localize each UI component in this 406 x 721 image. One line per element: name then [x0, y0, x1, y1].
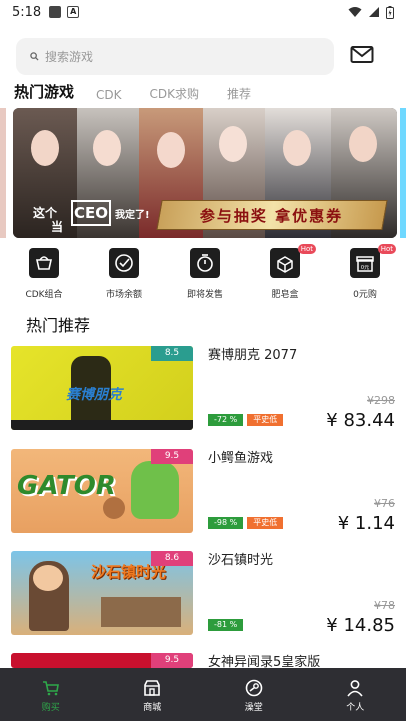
nav-store[interactable]: 商城	[102, 668, 204, 721]
a-icon: A	[67, 6, 80, 18]
category-market-balance[interactable]: 市场余额	[89, 248, 159, 300]
current-price: ¥ 14.85	[326, 615, 395, 636]
nav-buy[interactable]: 购买	[0, 668, 102, 721]
promo-banner[interactable]: 这个 当 CEO 我定了! 参与抽奖 拿优惠券	[13, 108, 397, 238]
status-time: 5:18	[12, 4, 42, 20]
original-price: ¥298	[367, 394, 395, 407]
game-name: 小鳄鱼游戏	[208, 451, 274, 466]
game-card[interactable]: 赛博朋克 8.5 赛博朋克 2077 -72 % 平史低 ¥298 ¥ 83.4…	[11, 346, 395, 431]
score-badge: 9.5	[151, 653, 193, 668]
tab-recommend[interactable]: 推荐	[227, 85, 251, 104]
bottom-nav: 购买 商城 澡堂 个人	[0, 668, 406, 721]
game-thumbnail: GATOR 9.5	[11, 449, 193, 533]
mail-icon	[350, 46, 374, 63]
banner-ceo: CEO	[71, 200, 111, 226]
mail-button[interactable]	[350, 45, 378, 69]
svg-text:0元: 0元	[361, 265, 369, 271]
signal-icon	[369, 7, 379, 17]
banner-prev-peek[interactable]	[0, 108, 6, 238]
discount-badge: -81 %	[208, 619, 244, 631]
tab-cdk[interactable]: CDK	[96, 88, 122, 104]
banner-next-peek[interactable]	[400, 108, 406, 238]
category-zero-yuan[interactable]: 0元 Hot 0元购	[330, 244, 400, 300]
steam-icon	[245, 679, 263, 697]
banner-right-text: 我定了!	[115, 210, 150, 221]
cart-icon	[42, 681, 59, 696]
tab-cdk-request[interactable]: CDK求购	[150, 85, 200, 104]
category-soapbox[interactable]: Hot 肥皂盒	[250, 244, 320, 300]
nav-profile[interactable]: 个人	[305, 668, 406, 721]
game-card[interactable]: GATOR 9.5 小鳄鱼游戏 -98 % 平史低 ¥76 ¥ 1.14	[11, 449, 395, 534]
original-price: ¥78	[374, 599, 395, 612]
game-name: 沙石镇时光	[208, 553, 274, 568]
section-title: 热门推荐	[26, 316, 91, 335]
banner-caption: 参与抽奖 拿优惠券	[156, 200, 388, 230]
game-thumbnail: 9.5	[11, 653, 193, 668]
search-icon	[30, 52, 39, 61]
original-price: ¥76	[374, 497, 395, 510]
store-icon	[144, 680, 161, 696]
game-name: 赛博朋克 2077	[208, 348, 298, 363]
banner-left-text-2: 当	[51, 220, 64, 234]
battery-icon	[386, 5, 394, 19]
category-coming-soon[interactable]: 即将发售	[170, 248, 240, 300]
discount-badge: -72 %	[208, 414, 244, 426]
basket-icon	[29, 248, 59, 278]
game-thumbnail: 沙石镇时光 8.6	[11, 551, 193, 635]
score-badge: 8.6	[151, 551, 193, 566]
score-badge: 9.5	[151, 449, 193, 464]
score-badge: 8.5	[151, 346, 193, 361]
person-icon	[347, 680, 363, 697]
wifi-icon	[348, 7, 362, 17]
search-placeholder: 搜索游戏	[45, 50, 94, 64]
discount-badge: -98 %	[208, 517, 244, 529]
nav-steam[interactable]: 澡堂	[203, 668, 305, 721]
category-row: CDK组合 市场余额 即将发售 Hot 肥皂盒 0元 Hot 0元购	[0, 244, 406, 300]
game-thumbnail: 赛博朋克 8.5	[11, 346, 193, 430]
game-card[interactable]: 9.5 女神异闻录5皇家版	[11, 653, 395, 670]
hot-badge: Hot	[377, 244, 396, 254]
current-price: ¥ 1.14	[337, 513, 395, 534]
lowest-price-tag: 平史低	[247, 414, 284, 426]
tab-bar: 热门游戏 CDK CDK求购 推荐	[14, 80, 279, 104]
hot-badge: Hot	[297, 244, 316, 254]
rocket-icon	[109, 248, 139, 278]
search-input[interactable]: 搜索游戏	[16, 38, 334, 75]
lowest-price-tag: 平史低	[247, 517, 284, 529]
gift-icon: 0元 Hot	[350, 244, 396, 278]
category-cdk-bundle[interactable]: CDK组合	[9, 248, 79, 300]
status-bar: 5:18 A	[0, 0, 406, 24]
tab-hot-games[interactable]: 热门游戏	[14, 81, 74, 104]
notification-icon	[49, 6, 62, 18]
stopwatch-icon	[190, 248, 220, 278]
soapbox-icon: Hot	[270, 244, 316, 278]
current-price: ¥ 83.44	[326, 410, 395, 431]
game-card[interactable]: 沙石镇时光 8.6 沙石镇时光 -81 % ¥78 ¥ 14.85	[11, 551, 395, 636]
